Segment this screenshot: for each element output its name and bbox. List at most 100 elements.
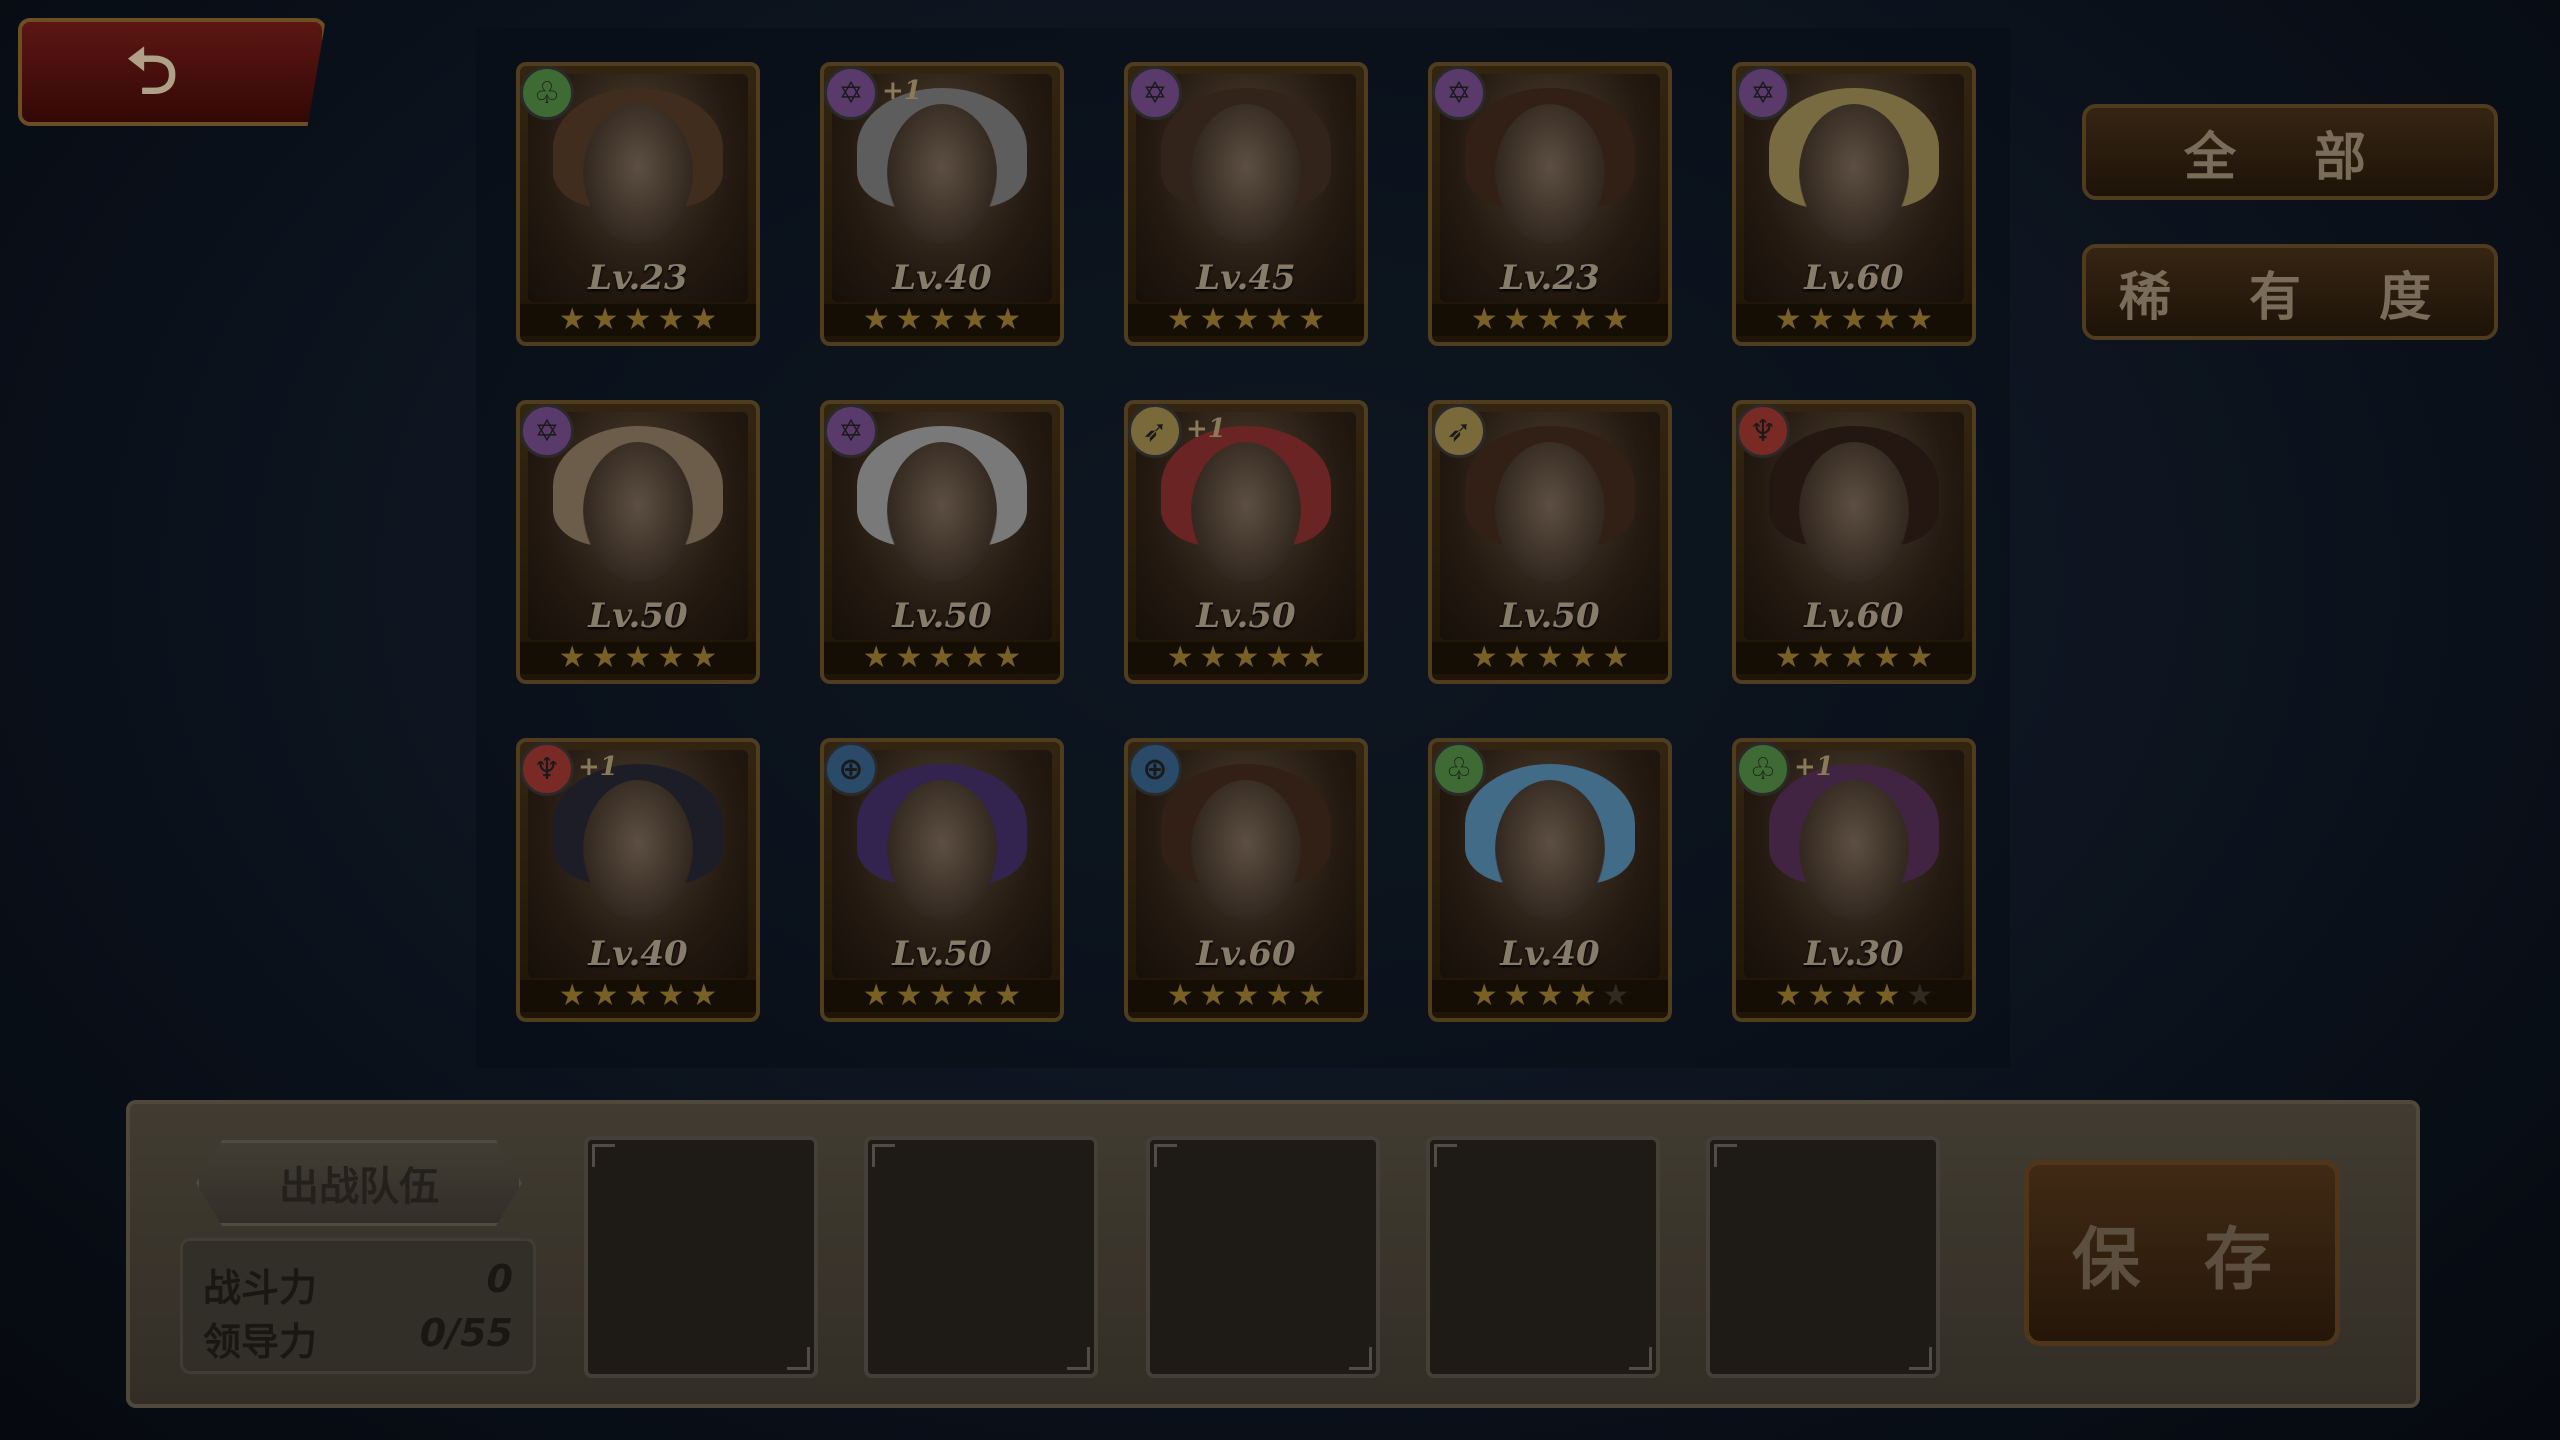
star-icon: ★ (1602, 978, 1630, 1013)
star-rating: ★ ★ ★ ★ ★ (824, 642, 1060, 674)
purple-element-icon: ✡ (520, 404, 574, 458)
team-slot[interactable] (864, 1136, 1098, 1378)
plus-badge: +1 (1186, 414, 1226, 444)
star-icon: ★ (1166, 640, 1194, 675)
hero-card[interactable]: ✡ Lv.23 ★ ★ ★ ★ ★ (1428, 62, 1672, 346)
hero-card[interactable]: ✡ Lv.50 ★ ★ ★ ★ ★ (820, 400, 1064, 684)
save-button[interactable]: 保 存 (2024, 1160, 2340, 1346)
star-icon: ★ (1470, 640, 1498, 675)
hero-level: Lv.50 (892, 596, 992, 636)
star-icon: ★ (1232, 302, 1260, 337)
star-icon: ★ (928, 640, 956, 675)
hero-card[interactable]: ➶ Lv.50 ★ ★ ★ ★ ★ (1428, 400, 1672, 684)
star-icon: ★ (961, 302, 989, 337)
hero-card[interactable]: ♆ +1 Lv.40 ★ ★ ★ ★ ★ (516, 738, 760, 1022)
star-icon: ★ (1774, 640, 1802, 675)
hero-face (583, 780, 693, 920)
star-icon: ★ (690, 978, 718, 1013)
back-button[interactable]: ⮌ (18, 18, 326, 126)
hero-card[interactable]: ✡ Lv.60 ★ ★ ★ ★ ★ (1732, 62, 1976, 346)
star-icon: ★ (928, 302, 956, 337)
star-rating: ★ ★ ★ ★ ★ (1128, 304, 1364, 336)
star-icon: ★ (624, 302, 652, 337)
hero-card[interactable]: ⊕ Lv.50 ★ ★ ★ ★ ★ (820, 738, 1064, 1022)
star-rating: ★ ★ ★ ★ ★ (520, 642, 756, 674)
hero-card[interactable]: ⊕ Lv.60 ★ ★ ★ ★ ★ (1124, 738, 1368, 1022)
hero-face (1799, 104, 1909, 244)
star-icon: ★ (1232, 978, 1260, 1013)
filter-rarity-button[interactable]: 稀 有 度 (2082, 244, 2498, 340)
hero-face (1799, 442, 1909, 582)
hero-card[interactable]: ♧ +1 Lv.30 ★ ★ ★ ★ ★ (1732, 738, 1976, 1022)
star-icon: ★ (895, 640, 923, 675)
star-icon: ★ (1807, 978, 1835, 1013)
team-slot[interactable] (1146, 1136, 1380, 1378)
gold-element-icon: ➶ (1128, 404, 1182, 458)
leadership-value: 0/55 (419, 1311, 513, 1355)
team-slot[interactable] (1426, 1136, 1660, 1378)
hero-card[interactable]: ♧ Lv.40 ★ ★ ★ ★ ★ (1428, 738, 1672, 1022)
hero-card[interactable]: ✡ +1 Lv.40 ★ ★ ★ ★ ★ (820, 62, 1064, 346)
filter-all-button[interactable]: 全 部 (2082, 104, 2498, 200)
star-icon: ★ (591, 978, 619, 1013)
team-slot[interactable] (1706, 1136, 1940, 1378)
hero-face (887, 442, 997, 582)
green-element-icon: ♧ (520, 66, 574, 120)
star-icon: ★ (1199, 978, 1227, 1013)
star-rating: ★ ★ ★ ★ ★ (824, 980, 1060, 1012)
star-icon: ★ (591, 302, 619, 337)
star-icon: ★ (1774, 978, 1802, 1013)
star-icon: ★ (1906, 302, 1934, 337)
hero-card[interactable]: ➶ +1 Lv.50 ★ ★ ★ ★ ★ (1124, 400, 1368, 684)
star-rating: ★ ★ ★ ★ ★ (1432, 980, 1668, 1012)
star-rating: ★ ★ ★ ★ ★ (1432, 642, 1668, 674)
star-icon: ★ (690, 640, 718, 675)
plus-badge: +1 (882, 76, 922, 106)
hero-level: Lv.30 (1804, 934, 1904, 974)
hero-level: Lv.50 (1500, 596, 1600, 636)
hero-level: Lv.60 (1196, 934, 1296, 974)
star-icon: ★ (690, 302, 718, 337)
power-value: 0 (486, 1257, 513, 1301)
purple-element-icon: ✡ (1128, 66, 1182, 120)
hero-card[interactable]: ✡ Lv.45 ★ ★ ★ ★ ★ (1124, 62, 1368, 346)
star-icon: ★ (1807, 640, 1835, 675)
hero-level: Lv.40 (892, 258, 992, 298)
hero-card[interactable]: ♧ Lv.23 ★ ★ ★ ★ ★ (516, 62, 760, 346)
star-icon: ★ (862, 302, 890, 337)
power-row: 战斗力 0 (203, 1257, 513, 1312)
star-icon: ★ (624, 640, 652, 675)
hero-face (1191, 442, 1301, 582)
hero-level: Lv.23 (1500, 258, 1600, 298)
hero-level: Lv.40 (588, 934, 688, 974)
purple-element-icon: ✡ (824, 404, 878, 458)
hero-face (583, 104, 693, 244)
star-rating: ★ ★ ★ ★ ★ (1736, 980, 1972, 1012)
hero-face (583, 442, 693, 582)
star-icon: ★ (1602, 302, 1630, 337)
hero-level: Lv.40 (1500, 934, 1600, 974)
star-icon: ★ (1199, 302, 1227, 337)
star-icon: ★ (961, 640, 989, 675)
star-icon: ★ (624, 978, 652, 1013)
star-icon: ★ (862, 978, 890, 1013)
hero-face (1495, 780, 1605, 920)
star-icon: ★ (1199, 640, 1227, 675)
star-icon: ★ (1840, 302, 1868, 337)
star-icon: ★ (895, 302, 923, 337)
star-icon: ★ (591, 640, 619, 675)
star-rating: ★ ★ ★ ★ ★ (1432, 304, 1668, 336)
hero-card[interactable]: ✡ Lv.50 ★ ★ ★ ★ ★ (516, 400, 760, 684)
star-icon: ★ (558, 978, 586, 1013)
hero-face (1191, 104, 1301, 244)
star-icon: ★ (1840, 978, 1868, 1013)
hero-card[interactable]: ♆ Lv.60 ★ ★ ★ ★ ★ (1732, 400, 1976, 684)
back-arrow-icon: ⮌ (126, 35, 178, 109)
hero-face (1495, 442, 1605, 582)
star-icon: ★ (1536, 640, 1564, 675)
star-icon: ★ (1503, 640, 1531, 675)
green-element-icon: ♧ (1736, 742, 1790, 796)
hero-level: Lv.50 (892, 934, 992, 974)
star-icon: ★ (1873, 640, 1901, 675)
team-slot[interactable] (584, 1136, 818, 1378)
